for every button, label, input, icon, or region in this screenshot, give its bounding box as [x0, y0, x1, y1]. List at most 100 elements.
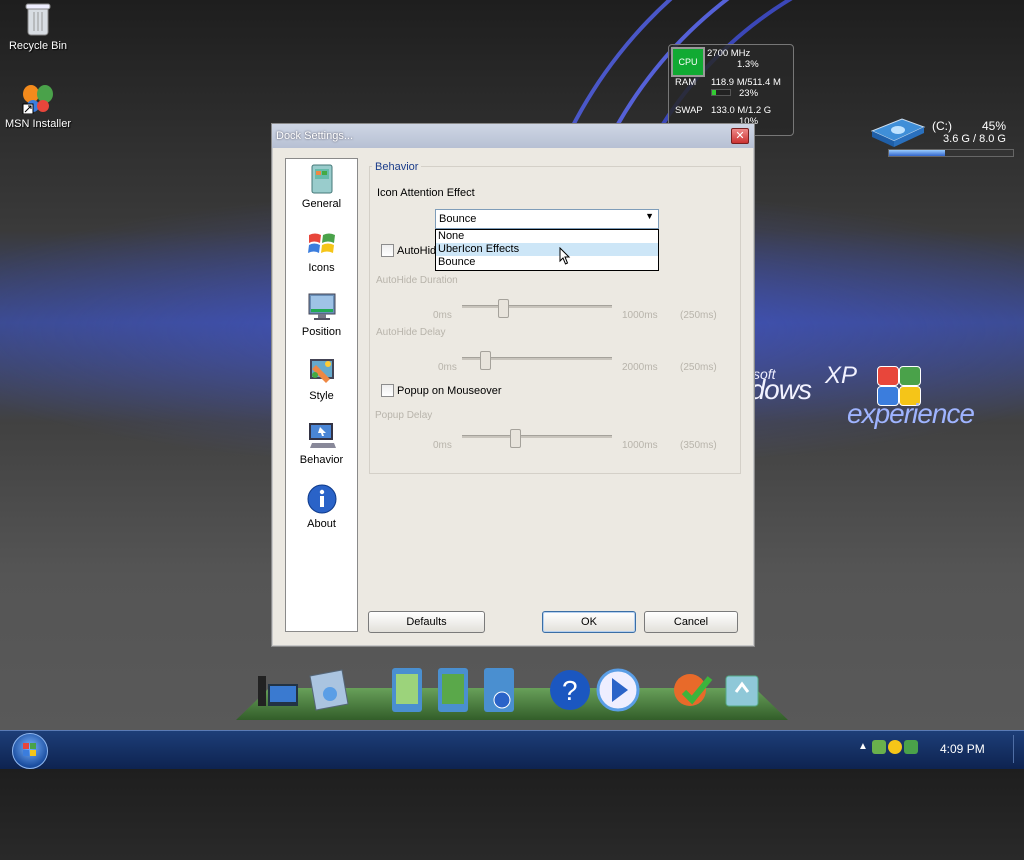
show-desktop-button[interactable]	[1013, 735, 1022, 763]
recycle-bin-icon	[25, 3, 51, 36]
cpu-percent: 1.3%	[737, 59, 759, 70]
sidebar-item-about[interactable]: About	[286, 483, 357, 530]
sidebar-item-label: Behavior	[299, 454, 344, 466]
autohide-delay-value: (250ms)	[680, 362, 717, 373]
cancel-button[interactable]: Cancel	[644, 611, 738, 633]
computer-icon	[308, 423, 336, 448]
drive-percent: 45%	[981, 119, 1006, 133]
music-icon[interactable]	[432, 664, 476, 714]
settings-sidebar: General Icons Position Style Behavior Ab…	[285, 158, 358, 632]
windows-flag-icon	[307, 233, 335, 253]
popup-delay-max: 1000ms	[622, 440, 658, 451]
ram-value: 118.9 M/511.4 M	[711, 77, 781, 88]
svg-text:?: ?	[562, 675, 578, 706]
drive-size: 3.6 G / 8.0 G	[943, 133, 1006, 145]
windows-flag-icon	[23, 743, 36, 756]
info-icon	[307, 484, 336, 514]
swap-value: 133.0 M/1.2 G	[711, 105, 772, 116]
help-icon[interactable]: ?	[548, 664, 592, 714]
documents-icon[interactable]	[386, 664, 430, 714]
dialog-titlebar[interactable]: Dock Settings... ✕	[272, 124, 754, 148]
sidebar-item-label: Icons	[308, 262, 335, 274]
dock: ?	[256, 664, 776, 720]
sidebar-item-icons[interactable]: Icons	[286, 227, 357, 274]
cpu-icon: CPU	[671, 47, 705, 77]
taskbar: ▲ 4:09 PM	[0, 730, 1024, 769]
drive-usage-widget: (C:) 45% 3.6 G / 8.0 G	[868, 117, 1014, 159]
slider-thumb[interactable]	[480, 351, 491, 370]
icon-attention-dropdown: None UberIcon Effects Bounce	[435, 229, 659, 271]
desktop-icon-label: MSN Installer	[4, 118, 72, 130]
sidebar-item-label: Position	[301, 326, 342, 338]
remote-desktop-icon[interactable]	[306, 664, 350, 714]
slider-thumb[interactable]	[510, 429, 521, 448]
ram-bar	[711, 89, 731, 96]
mouse-cursor-icon	[559, 247, 571, 265]
dock-settings-dialog: Dock Settings... ✕ General Icons Positio…	[271, 123, 755, 647]
dropdown-option-none[interactable]: None	[436, 230, 658, 243]
slider-thumb[interactable]	[498, 299, 509, 318]
tray-app-icon[interactable]	[872, 740, 886, 754]
drive-usage-bar	[888, 149, 1014, 157]
autohide-delay-slider[interactable]	[462, 351, 612, 370]
autohide-delay-min: 0ms	[438, 362, 457, 373]
hard-drive-icon	[870, 118, 926, 147]
autohide-duration-slider[interactable]	[462, 299, 612, 318]
desktop-icon-recycle-bin[interactable]: Recycle Bin	[0, 2, 76, 52]
swap-label: SWAP	[675, 105, 703, 116]
windows-update-icon[interactable]	[670, 664, 714, 714]
start-button[interactable]	[12, 733, 48, 769]
windows-xp-logo: soft ndows XP experience	[735, 362, 975, 429]
computer-icon[interactable]	[256, 664, 300, 714]
dialog-title: Dock Settings...	[276, 130, 354, 142]
sidebar-item-general[interactable]: General	[286, 163, 357, 210]
popup-delay-label: Popup Delay	[375, 410, 433, 421]
sidebar-item-label: Style	[309, 390, 334, 402]
general-icon	[311, 164, 332, 194]
autohide-delay-max: 2000ms	[622, 362, 658, 373]
ok-button[interactable]: OK	[542, 611, 636, 633]
icon-attention-select[interactable]: Bounce ▼	[435, 209, 659, 229]
close-button[interactable]: ✕	[731, 128, 749, 144]
cpu-frequency: 2700 MHz	[707, 48, 751, 59]
recycle-icon[interactable]	[720, 664, 764, 714]
system-tray: ▲ 4:09 PM	[854, 731, 1024, 769]
ram-percent: 23%	[739, 88, 759, 99]
autohide-duration-min: 0ms	[433, 310, 452, 321]
sidebar-item-behavior[interactable]: Behavior	[286, 419, 357, 466]
desktop-icon-msn-installer[interactable]: MSN Installer	[0, 84, 76, 130]
group-label: Behavior	[372, 161, 422, 173]
clock[interactable]: 4:09 PM	[940, 742, 985, 756]
desktop-icon-label: Recycle Bin	[8, 40, 68, 52]
palette-icon	[309, 359, 334, 383]
network-icon[interactable]	[904, 740, 918, 754]
sidebar-item-style[interactable]: Style	[286, 355, 357, 402]
dropdown-option-ubericon-effects[interactable]: UberIcon Effects	[436, 243, 658, 256]
autohide-checkbox[interactable]	[381, 244, 394, 257]
dropdown-option-bounce[interactable]: Bounce	[436, 256, 658, 269]
select-value: Bounce	[439, 213, 477, 225]
messenger-icon[interactable]	[888, 740, 902, 754]
popup-delay-slider[interactable]	[462, 429, 612, 448]
popup-delay-min: 0ms	[433, 440, 452, 451]
msn-butterfly-icon	[22, 85, 53, 114]
drive-name: (C:)	[932, 119, 952, 133]
sidebar-item-position[interactable]: Position	[286, 291, 357, 338]
show-hidden-icons-button[interactable]: ▲	[858, 741, 868, 752]
videos-icon[interactable]	[478, 664, 522, 714]
defaults-button[interactable]: Defaults	[368, 611, 485, 633]
popup-delay-value: (350ms)	[680, 440, 717, 451]
autohide-duration-max: 1000ms	[622, 310, 658, 321]
chevron-down-icon: ▼	[645, 211, 654, 221]
autohide-delay-label: AutoHide Delay	[376, 327, 446, 338]
sidebar-item-label: General	[301, 198, 342, 210]
media-player-icon[interactable]	[596, 664, 640, 714]
autohide-duration-label: AutoHide Duration	[376, 275, 458, 286]
icon-attention-label: Icon Attention Effect	[377, 187, 475, 199]
autohide-duration-value: (250ms)	[680, 310, 717, 321]
popup-on-mouseover-checkbox[interactable]	[381, 384, 394, 397]
monitor-icon	[308, 293, 335, 320]
sidebar-item-label: About	[307, 518, 336, 530]
ram-label: RAM	[675, 77, 697, 88]
popup-on-mouseover-label: Popup on Mouseover	[397, 385, 502, 397]
